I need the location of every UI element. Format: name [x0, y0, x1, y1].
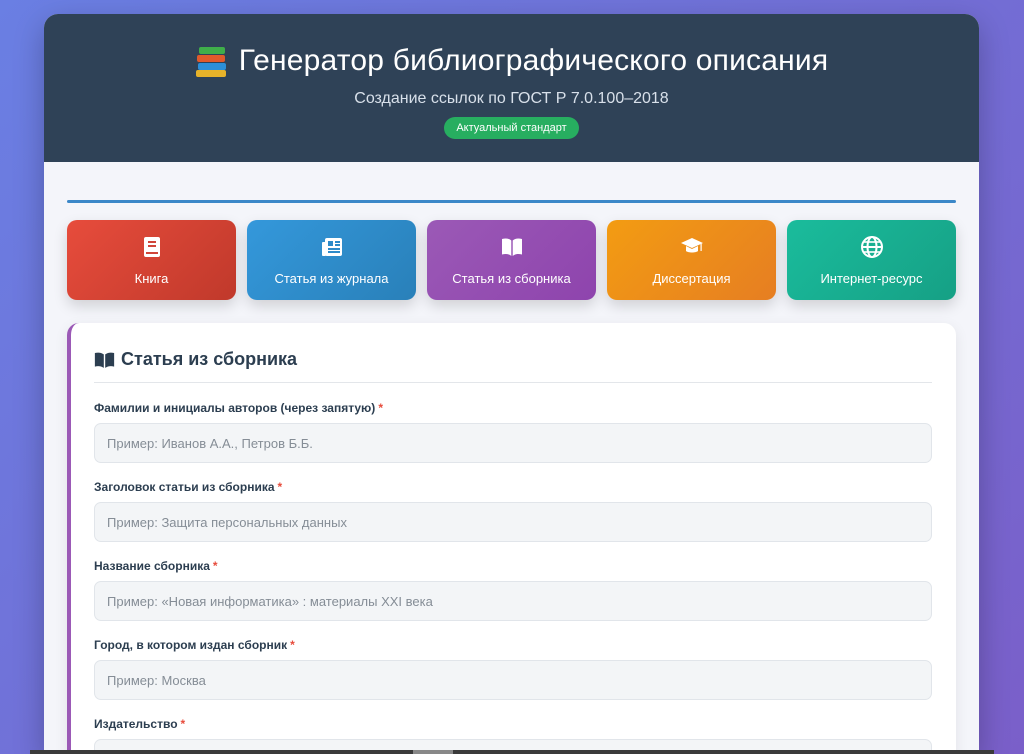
open-book-icon: [501, 238, 522, 256]
tab-collection-label: Статья из сборника: [452, 270, 571, 286]
tab-journal-label: Статья из журнала: [274, 270, 389, 286]
form-title-text: Статья из сборника: [121, 349, 298, 369]
field-collection-name: Название сборника *: [94, 559, 932, 621]
required-mark: *: [277, 480, 283, 494]
tab-journal-article[interactable]: Статья из журнала: [247, 220, 416, 300]
tab-book[interactable]: Книга: [67, 220, 236, 300]
field-label: Заголовок статьи из сборника *: [94, 480, 283, 494]
authors-input[interactable]: [94, 423, 932, 463]
required-mark: *: [212, 559, 218, 573]
horizontal-scrollbar[interactable]: [30, 750, 994, 754]
tab-internet-resource[interactable]: Интернет-ресурс: [787, 220, 956, 300]
newspaper-icon: [321, 237, 342, 256]
required-mark: *: [378, 401, 383, 415]
field-city: Город, в котором издан сборник *: [94, 638, 932, 700]
required-mark: *: [290, 638, 295, 652]
tab-collection-article[interactable]: Статья из сборника: [427, 220, 596, 300]
title-row: Генератор библиографического описания: [44, 44, 979, 78]
book-icon: [143, 236, 160, 257]
field-publisher: Издательство *: [94, 717, 932, 754]
graduation-cap-icon: [680, 237, 703, 252]
app-window: Генератор библиографического описания Со…: [44, 14, 979, 754]
page-subtitle: Создание ссылок по ГОСТ Р 7.0.100–2018: [354, 90, 669, 107]
globe-icon: [860, 235, 883, 258]
field-article-title: Заголовок статьи из сборника *: [94, 480, 932, 542]
field-label: Фамилии и инициалы авторов (через запяту…: [94, 401, 383, 415]
tab-book-label: Книга: [134, 270, 169, 286]
tab-web-label: Интернет-ресурс: [820, 270, 923, 286]
article-title-input[interactable]: [94, 502, 932, 542]
tab-dissertation[interactable]: Диссертация: [607, 220, 776, 300]
source-type-tabs: Книга Статья из журнала Статья из сборни…: [67, 220, 956, 300]
form-card: Статья из сборника Фамилии и инициалы ав…: [67, 323, 956, 754]
field-label: Название сборника *: [94, 559, 218, 573]
city-input[interactable]: [94, 660, 932, 700]
tab-dissertation-label: Диссертация: [652, 270, 731, 286]
field-label: Издательство *: [94, 717, 186, 731]
page-title: Генератор библиографического описания: [238, 44, 829, 77]
header: Генератор библиографического описания Со…: [44, 14, 979, 162]
field-label: Город, в котором издан сборник *: [94, 638, 295, 652]
section-divider: [67, 200, 956, 203]
open-book-icon: [94, 352, 115, 368]
form-title: Статья из сборника: [94, 323, 932, 383]
collection-name-input[interactable]: [94, 581, 932, 621]
standard-badge: Актуальный стандарт: [444, 117, 579, 139]
books-stack-icon: [195, 45, 227, 77]
required-mark: *: [180, 717, 186, 731]
field-authors: Фамилии и инициалы авторов (через запяту…: [94, 401, 932, 463]
scrollbar-thumb[interactable]: [413, 750, 453, 754]
